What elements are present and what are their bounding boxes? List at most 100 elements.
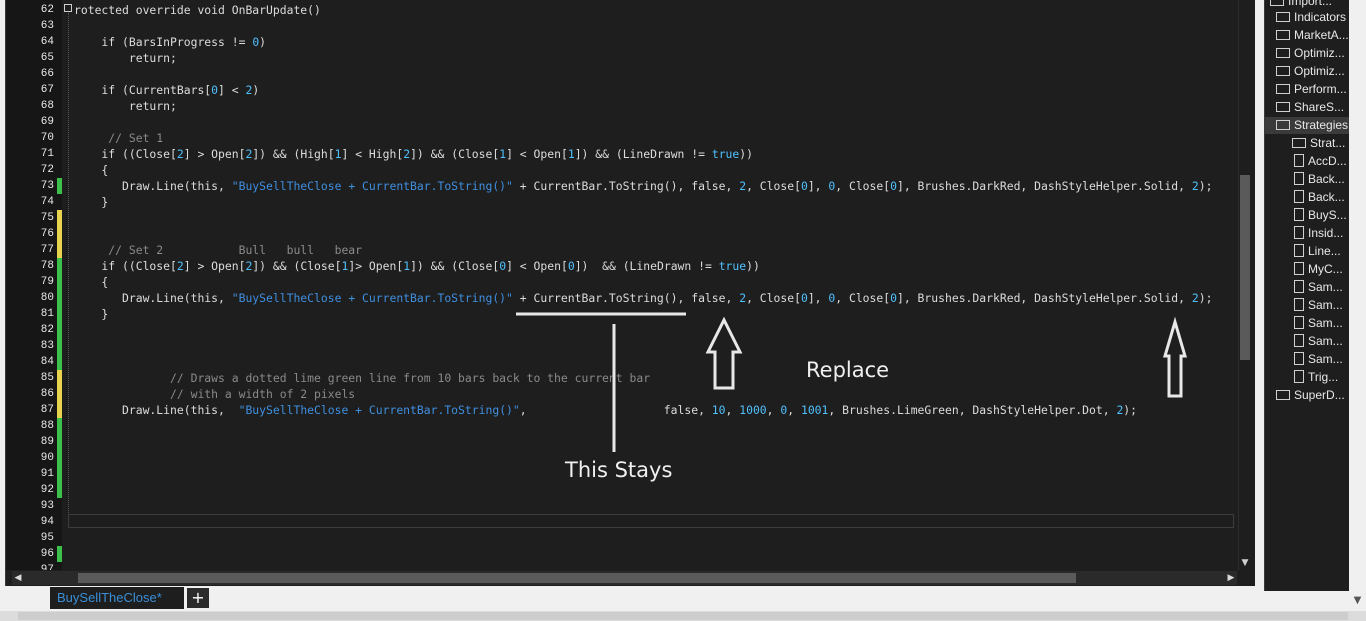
tree-folder-item[interactable]: Optimiz... [1276, 62, 1345, 80]
tree-folder-item[interactable]: ShareS... [1276, 98, 1344, 116]
add-tab-button[interactable]: + [187, 588, 209, 608]
line-number: 93 [40, 500, 54, 512]
code-line[interactable]: if ((Close[2] > Open[2]) && (Close[1]> O… [74, 258, 1234, 274]
code-line[interactable]: // with a width of 2 pixels [74, 386, 1234, 402]
code-text: return; [74, 51, 177, 65]
code-line[interactable]: } [74, 306, 1234, 322]
code-text: Draw.Line(this, [74, 403, 239, 417]
code-text: ], [807, 179, 829, 193]
change-marker-saved [57, 178, 62, 194]
code-line[interactable]: { [74, 162, 1234, 178]
tree-file-item[interactable]: Sam... [1294, 278, 1343, 296]
scroll-left-icon[interactable]: ◀ [12, 571, 24, 585]
line-number: 85 [40, 372, 54, 384]
horizontal-scroll-thumb[interactable] [78, 573, 1076, 583]
code-line[interactable]: if (BarsInProgress != 0) [74, 34, 1234, 50]
line-number: 94 [40, 516, 54, 528]
line-number: 79 [40, 276, 54, 288]
tree-file-item[interactable]: MyC... [1294, 260, 1343, 278]
line-number: 91 [40, 468, 54, 480]
code-text: { [74, 163, 109, 177]
line-number: 80 [40, 292, 54, 304]
code-line[interactable]: Draw.Line(this, "BuySellTheClose + Curre… [74, 290, 1234, 306]
code-line[interactable]: // Set 1 [74, 130, 1234, 146]
folder-icon [1276, 119, 1290, 130]
code-text: if (CurrentBars[ [74, 83, 212, 97]
code-line[interactable]: if ((Close[2] > Open[2]) && (High[1] < H… [74, 146, 1234, 162]
folder-icon [1276, 29, 1290, 40]
code-text: ) [259, 35, 267, 49]
tree-folder-item[interactable]: Perform... [1276, 80, 1347, 98]
code-line[interactable]: if (CurrentBars[0] < 2) [74, 82, 1234, 98]
code-text: , [725, 403, 740, 417]
fold-toggle-icon[interactable] [64, 4, 72, 12]
code-line[interactable]: return; [74, 50, 1234, 66]
explorer-scroll-down-icon[interactable]: ▼ [1349, 593, 1366, 609]
tree-file-item[interactable]: Back... [1294, 188, 1345, 206]
code-number: 0 [800, 179, 808, 193]
code-number: 0 [800, 291, 808, 305]
tree-file-item[interactable]: Trig... [1294, 368, 1338, 386]
tree-folder-item[interactable]: Indicators [1276, 8, 1346, 26]
tree-file-item[interactable]: Line... [1294, 242, 1341, 260]
tree-item-label: Back... [1308, 190, 1345, 204]
code-text: ); [1198, 291, 1213, 305]
tree-file-item[interactable]: Back... [1294, 170, 1345, 188]
scroll-right-icon[interactable]: ▶ [1225, 571, 1237, 585]
code-number: 0 [890, 179, 897, 193]
folder-icon [1270, 0, 1284, 6]
scroll-down-icon[interactable]: ▼ [1238, 558, 1252, 570]
folder-icon [1276, 65, 1290, 76]
code-text: { [74, 275, 109, 289]
code-text: ]) && (Close[ [410, 147, 500, 161]
change-marker-saved [57, 546, 62, 562]
file-icon [1294, 370, 1304, 384]
line-number: 72 [40, 164, 54, 176]
code-text: ); [1123, 403, 1138, 417]
code-line[interactable]: // Set 2 Bull bull bear [74, 242, 1234, 258]
tree-file-item[interactable]: Sam... [1294, 296, 1343, 314]
code-keyword: true [718, 259, 747, 273]
tree-item-label: Strat... [1310, 136, 1346, 150]
tree-file-item[interactable]: Sam... [1294, 314, 1343, 332]
code-line[interactable]: { [74, 274, 1234, 290]
code-text: return; [74, 99, 177, 113]
code-text: ] > Open[ [183, 259, 246, 273]
code-text: , Close[ [746, 179, 801, 193]
code-line[interactable]: return; [74, 98, 1234, 114]
code-text: ]) && (LineDrawn != [574, 147, 712, 161]
bottom-scroll-thumb[interactable] [18, 612, 1348, 620]
code-number: 1 [567, 147, 575, 161]
code-text: ] < Open[ [506, 259, 568, 273]
tree-file-item[interactable]: AccD... [1294, 152, 1347, 170]
code-line[interactable]: // Draws a dotted lime green line from 1… [74, 370, 1234, 386]
tree-file-item[interactable]: BuyS... [1294, 206, 1347, 224]
code-text: Draw.Line(this, [74, 179, 232, 193]
tree-file-item[interactable]: Insid... [1294, 224, 1343, 242]
line-number: 62 [40, 4, 54, 16]
tree-folder-item[interactable]: Optimiz... [1276, 44, 1345, 62]
code-text: ]) && (LineDrawn != [574, 259, 719, 273]
file-icon [1294, 280, 1304, 294]
code-line[interactable]: } [74, 194, 1234, 210]
code-line[interactable]: Draw.Line(this, "BuySellTheClose + Curre… [74, 402, 1234, 418]
tree-file-item[interactable]: Sam... [1294, 350, 1343, 368]
line-number: 92 [40, 484, 54, 496]
tree-folder-item[interactable]: MarketA... [1276, 26, 1349, 44]
vertical-scroll-thumb[interactable] [1240, 175, 1250, 360]
tree-file-item[interactable]: Sam... [1294, 332, 1343, 350]
code-line[interactable]: rotected override void OnBarUpdate() [74, 2, 1234, 18]
tree-item-label: Optimiz... [1294, 46, 1345, 60]
tree-item-label: Sam... [1308, 280, 1343, 294]
tree-item-label: SuperD... [1294, 388, 1345, 402]
tab-buysellthe-close[interactable]: BuySellTheClose* [50, 587, 184, 609]
tree-folder-item[interactable]: Strat... [1292, 134, 1345, 152]
code-line[interactable]: Draw.Line(this, "BuySellTheClose + Curre… [74, 178, 1234, 194]
tree-item-label: Perform... [1294, 82, 1347, 96]
tree-folder-item[interactable]: SuperD... [1276, 386, 1345, 404]
line-number: 68 [40, 100, 54, 112]
code-text: ], Brushes.DarkRed, DashStyleHelper.Soli… [896, 291, 1192, 305]
explorer-scroll-thumb[interactable] [1351, 18, 1364, 590]
tree-folder-item[interactable]: Strategies [1276, 116, 1348, 134]
code-text: , Close[ [835, 291, 891, 305]
